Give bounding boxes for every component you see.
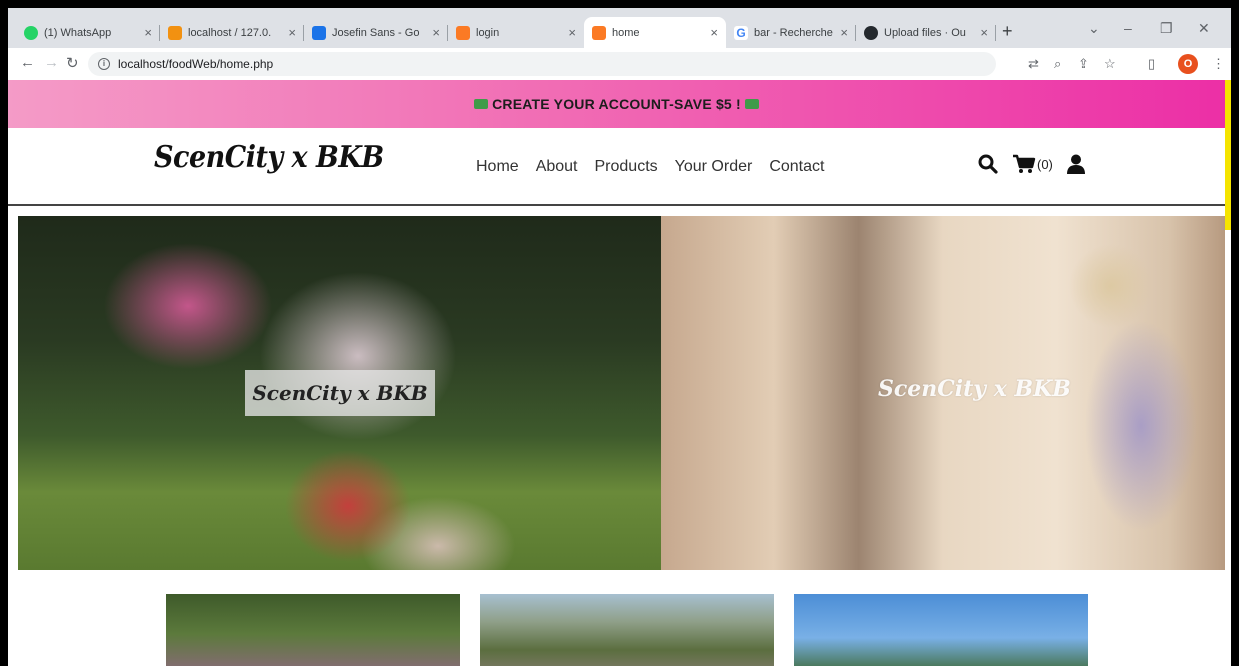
browser-toolbar: ← → ↻ i localhost/foodWeb/home.php ⇄ ⌕ ⇪… <box>8 48 1231 80</box>
minimize-button[interactable]: – <box>1124 20 1132 36</box>
profile-avatar[interactable]: O <box>1178 54 1198 74</box>
phpmyadmin-icon <box>168 25 182 40</box>
tab-localhost[interactable]: localhost / 127.0. × <box>160 17 304 48</box>
nav-your-order[interactable]: Your Order <box>675 158 753 176</box>
gallery-image-3[interactable] <box>794 594 1088 666</box>
close-icon[interactable]: × <box>840 25 848 40</box>
tab-whatsapp[interactable]: (1) WhatsApp × <box>16 17 160 48</box>
hero-banner: ScenCity x BKB ScenCity x BKB <box>18 216 1225 570</box>
close-icon[interactable]: × <box>568 25 576 40</box>
browser-window: (1) WhatsApp × localhost / 127.0. × Jose… <box>8 8 1231 666</box>
bookmark-star-icon[interactable]: ☆ <box>1104 56 1116 72</box>
close-icon[interactable]: × <box>980 25 988 40</box>
close-icon[interactable]: × <box>288 25 296 40</box>
close-window-button[interactable]: ✕ <box>1198 20 1210 37</box>
whatsapp-icon <box>24 25 38 40</box>
close-icon[interactable]: × <box>144 25 152 40</box>
url-text: localhost/foodWeb/home.php <box>118 57 274 71</box>
xampp-icon <box>456 25 470 40</box>
site-header: ScenCity x BKB Home About Products Your … <box>8 128 1225 206</box>
tab-strip: (1) WhatsApp × localhost / 127.0. × Jose… <box>8 8 1231 48</box>
cart-icon <box>1013 154 1036 173</box>
scroll-indicator[interactable] <box>1225 80 1231 230</box>
nav-products[interactable]: Products <box>595 158 658 176</box>
search-icon[interactable] <box>978 154 998 174</box>
xampp-icon <box>592 25 606 40</box>
tab-google-search[interactable]: G bar - Recherche × <box>726 17 856 48</box>
hero-caption-left: ScenCity x BKB <box>245 370 435 416</box>
tab-title: login <box>476 26 500 39</box>
nav-contact[interactable]: Contact <box>769 158 824 176</box>
tab-search-icon[interactable]: ⌄ <box>1088 20 1100 37</box>
cart-button[interactable]: (0) <box>1012 154 1053 174</box>
tab-title: localhost / 127.0. <box>188 26 272 39</box>
new-tab-button[interactable]: + <box>1002 21 1013 42</box>
promo-text: CREATE YOUR ACCOUNT-SAVE $5 ! <box>492 96 741 112</box>
share-icon[interactable]: ⇪ <box>1078 56 1089 72</box>
tab-title: Josefin Sans - Go <box>332 26 420 39</box>
close-icon[interactable]: × <box>710 25 718 40</box>
tab-title: bar - Recherche <box>754 26 833 39</box>
restore-button[interactable]: ❐ <box>1160 20 1173 37</box>
tab-title: Upload files · Ou <box>884 26 966 39</box>
back-icon[interactable]: ← <box>20 54 35 71</box>
reload-icon[interactable]: ↻ <box>66 54 79 72</box>
gallery-image-2[interactable] <box>480 594 774 666</box>
tab-title: home <box>612 26 640 39</box>
hero-caption-right: ScenCity x BKB <box>878 376 1071 402</box>
site-logo[interactable]: ScenCity x BKB <box>154 140 384 174</box>
translate-icon[interactable]: ⇄ <box>1028 56 1039 72</box>
site-info-icon[interactable]: i <box>98 58 110 70</box>
web-page: CREATE YOUR ACCOUNT-SAVE $5 ! ScenCity x… <box>8 80 1231 666</box>
nav-home[interactable]: Home <box>476 158 519 176</box>
tab-home[interactable]: home × <box>584 17 726 48</box>
tab-title: (1) WhatsApp <box>44 26 112 39</box>
header-actions: (0) <box>978 154 1085 174</box>
promo-banner: CREATE YOUR ACCOUNT-SAVE $5 ! <box>8 80 1225 128</box>
money-icon <box>744 99 759 109</box>
github-icon <box>864 25 878 40</box>
main-nav: Home About Products Your Order Contact <box>476 158 824 176</box>
tab-google-fonts[interactable]: Josefin Sans - Go × <box>304 17 448 48</box>
google-icon: G <box>734 25 748 40</box>
google-fonts-icon <box>312 25 326 40</box>
tab-login[interactable]: login × <box>448 17 584 48</box>
close-icon[interactable]: × <box>432 25 440 40</box>
side-panel-icon[interactable]: ▯ <box>1148 56 1155 72</box>
cart-count: (0) <box>1037 156 1053 172</box>
menu-kebab-icon[interactable]: ⋮ <box>1212 56 1225 72</box>
user-icon[interactable] <box>1066 154 1085 174</box>
money-icon <box>474 99 489 109</box>
nav-about[interactable]: About <box>536 158 578 176</box>
zoom-icon[interactable]: ⌕ <box>1054 56 1061 72</box>
tab-github[interactable]: Upload files · Ou × <box>856 17 996 48</box>
address-bar[interactable]: i localhost/foodWeb/home.php <box>88 52 996 76</box>
gallery-image-1[interactable] <box>166 594 460 666</box>
forward-icon[interactable]: → <box>44 54 59 71</box>
